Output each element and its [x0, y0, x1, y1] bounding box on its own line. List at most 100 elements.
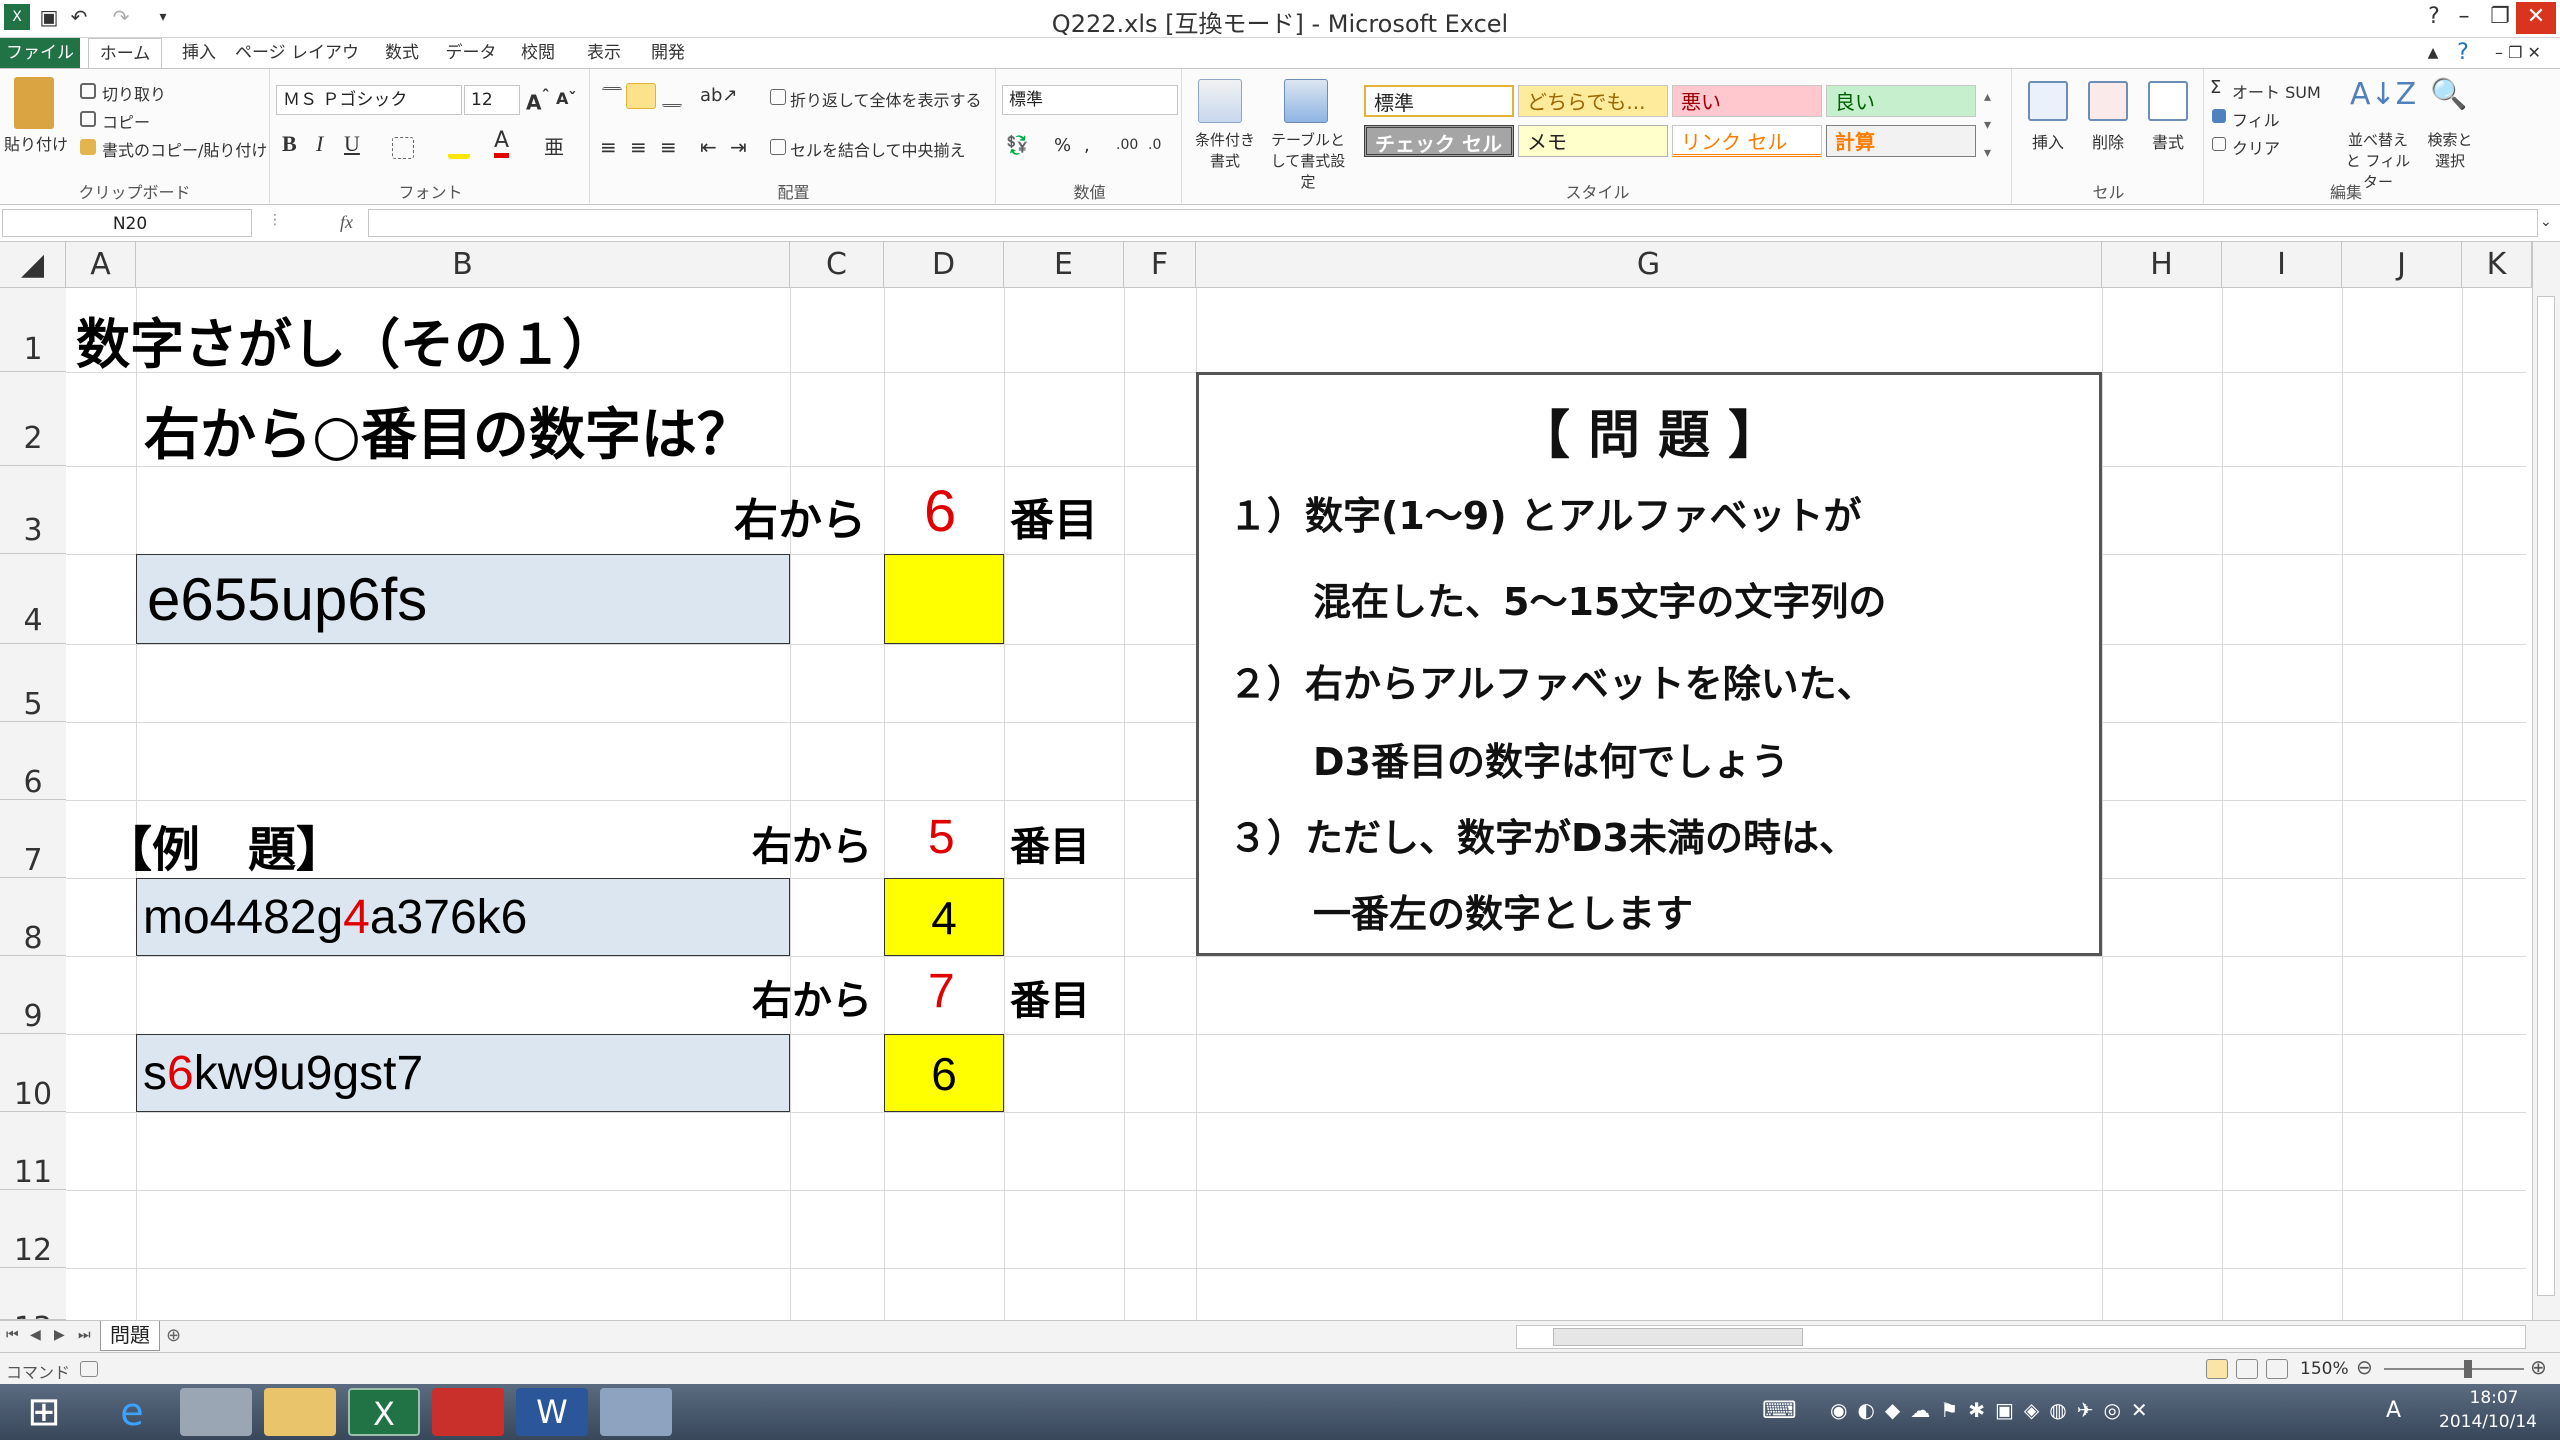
font-size-box[interactable]: 12	[464, 85, 520, 115]
touch-keyboard-icon[interactable]: ⌨	[1762, 1396, 1797, 1424]
style-neutral[interactable]: どちらでも...	[1518, 85, 1668, 117]
new-sheet-icon[interactable]: ⊕	[166, 1325, 181, 1346]
clock-date[interactable]: 2014/10/14	[2428, 1412, 2548, 1432]
format-painter-button[interactable]: 書式のコピー/貼り付け	[102, 137, 267, 161]
accounting-format-icon[interactable]: 💱	[1006, 135, 1028, 156]
align-top-icon[interactable]	[602, 87, 622, 101]
tab-developer[interactable]: 開発	[638, 38, 698, 68]
example2-string-cell[interactable]: s6kw9u9gst7	[136, 1034, 790, 1112]
row-header-6[interactable]: 6	[0, 722, 66, 800]
page-break-view-icon[interactable]	[2266, 1359, 2288, 1379]
example1-string-cell[interactable]: mo4482g4a376k6	[136, 878, 790, 956]
close-button[interactable]: ✕	[2516, 2, 2556, 34]
increase-indent-icon[interactable]: ⇥	[730, 135, 747, 159]
autosum-button[interactable]: オート SUM	[2232, 79, 2321, 103]
formula-input[interactable]	[368, 209, 2538, 237]
ribbon-collapse-icon[interactable]: ▲	[2418, 38, 2448, 68]
zoom-in-icon[interactable]: ⊕	[2530, 1355, 2547, 1379]
styles-scroll-up-icon[interactable]: ▴	[1984, 89, 1991, 105]
question-answer-cell[interactable]	[884, 554, 1004, 644]
tab-home[interactable]: ホーム	[88, 38, 162, 70]
tab-page-layout[interactable]: ページ レイアウト	[232, 38, 362, 93]
page-layout-view-icon[interactable]	[2236, 1359, 2258, 1379]
workbook-window-controls-icon[interactable]: – ❐ ✕	[2480, 38, 2556, 68]
horizontal-scrollbar[interactable]	[1516, 1325, 2526, 1349]
row-header-5[interactable]: 5	[0, 644, 66, 722]
excel-taskbar-icon[interactable]: X	[348, 1388, 420, 1436]
word-taskbar-icon[interactable]: W	[516, 1388, 588, 1436]
restore-button[interactable]: ❐	[2480, 2, 2520, 34]
row-header-13[interactable]: 13	[0, 1268, 66, 1320]
ribbon-help-icon[interactable]: ?	[2448, 38, 2478, 68]
sheet-nav-next-icon[interactable]: ▶	[54, 1327, 65, 1343]
format-as-table-icon[interactable]	[1284, 79, 1328, 123]
internet-explorer-icon[interactable]: e	[96, 1388, 168, 1436]
sheet-nav-prev-icon[interactable]: ◀	[30, 1327, 41, 1343]
row-header-10[interactable]: 10	[0, 1034, 66, 1112]
normal-view-icon[interactable]	[2206, 1359, 2228, 1379]
border-icon[interactable]	[392, 137, 414, 159]
increase-decimal-icon[interactable]: .00	[1116, 137, 1138, 153]
row-header-4[interactable]: 4	[0, 554, 66, 644]
align-center-icon[interactable]: ≡	[630, 135, 647, 159]
style-check-cell[interactable]: チェック セル	[1364, 125, 1514, 157]
zoom-level[interactable]: 150%	[2300, 1359, 2349, 1379]
sheet-tab-problem[interactable]: 問題	[100, 1321, 160, 1351]
styles-more-icon[interactable]: ▾	[1984, 145, 1991, 161]
problem-textbox[interactable]: 【 問 題 】 １）数字(1～9) とアルファベットが 混在した、5～15文字の…	[1196, 372, 2102, 956]
minimize-button[interactable]: –	[2444, 2, 2484, 34]
styles-scroll-down-icon[interactable]: ▾	[1984, 117, 1991, 133]
horizontal-scroll-thumb[interactable]	[1553, 1328, 1803, 1346]
format-cells-icon[interactable]	[2148, 81, 2188, 121]
style-calculation[interactable]: 計算	[1826, 125, 1976, 157]
vertical-scrollbar[interactable]	[2532, 242, 2560, 1320]
row-header-2[interactable]: 2	[0, 372, 66, 466]
style-memo[interactable]: メモ	[1518, 125, 1668, 157]
tab-review[interactable]: 校閲	[508, 38, 568, 68]
align-right-icon[interactable]: ≡	[660, 135, 677, 159]
example1-answer-cell[interactable]: 4	[884, 878, 1004, 956]
zoom-slider[interactable]	[2384, 1368, 2524, 1370]
macro-record-icon[interactable]	[80, 1361, 98, 1377]
insert-cells-button[interactable]: 挿入	[2032, 129, 2064, 153]
zoom-slider-thumb[interactable]	[2464, 1360, 2472, 1378]
column-header-g[interactable]: G	[1196, 242, 2102, 288]
font-name-box[interactable]: ＭＳ Ｐゴシック	[276, 85, 462, 115]
select-all-corner[interactable]: ◢	[0, 242, 66, 288]
fx-icon[interactable]: fx	[340, 212, 353, 233]
expand-formula-bar-icon[interactable]: ⌄	[2540, 214, 2552, 230]
sheet-nav-first-icon[interactable]: ⏮	[6, 1327, 19, 1343]
sort-filter-icon[interactable]: A↓Z	[2350, 77, 2416, 112]
paste-button[interactable]: 貼り付け	[4, 131, 68, 155]
clock-time[interactable]: 18:07	[2454, 1388, 2534, 1408]
acrobat-taskbar-icon[interactable]	[432, 1388, 504, 1436]
column-header-i[interactable]: I	[2222, 242, 2342, 288]
align-left-icon[interactable]: ≡	[600, 135, 617, 159]
paste-icon[interactable]	[14, 77, 54, 129]
cut-button[interactable]: 切り取り	[102, 81, 166, 105]
style-normal[interactable]: 標準	[1364, 85, 1514, 117]
column-header-j[interactable]: J	[2342, 242, 2462, 288]
question-string-cell[interactable]: e655up6fs	[136, 554, 790, 644]
ime-indicator-icon[interactable]: A	[2386, 1398, 2401, 1423]
phonetic-icon[interactable]: 亜	[544, 131, 564, 160]
align-bottom-icon[interactable]	[662, 93, 682, 107]
delete-cells-button[interactable]: 削除	[2092, 129, 2124, 153]
vertical-scroll-thumb[interactable]	[2537, 296, 2555, 1296]
column-header-b[interactable]: B	[136, 242, 790, 288]
copy-button[interactable]: コピー	[102, 109, 150, 133]
column-header-f[interactable]: F	[1124, 242, 1196, 288]
wrap-text-button[interactable]: 折り返して全体を表示する	[790, 87, 982, 111]
shrink-font-icon[interactable]: Aˇ	[556, 89, 576, 108]
column-header-d[interactable]: D	[884, 242, 1004, 288]
style-bad[interactable]: 悪い	[1672, 85, 1822, 117]
format-cells-button[interactable]: 書式	[2152, 129, 2184, 153]
comma-icon[interactable]: ,	[1084, 135, 1090, 156]
column-header-a[interactable]: A	[66, 242, 136, 288]
style-good[interactable]: 良い	[1826, 85, 1976, 117]
fill-button[interactable]: フィル	[2232, 107, 2280, 131]
column-header-e[interactable]: E	[1004, 242, 1124, 288]
tab-view[interactable]: 表示	[574, 38, 634, 68]
orientation-icon[interactable]: ab↗	[700, 85, 738, 106]
find-select-icon[interactable]: 🔍	[2430, 77, 2467, 112]
